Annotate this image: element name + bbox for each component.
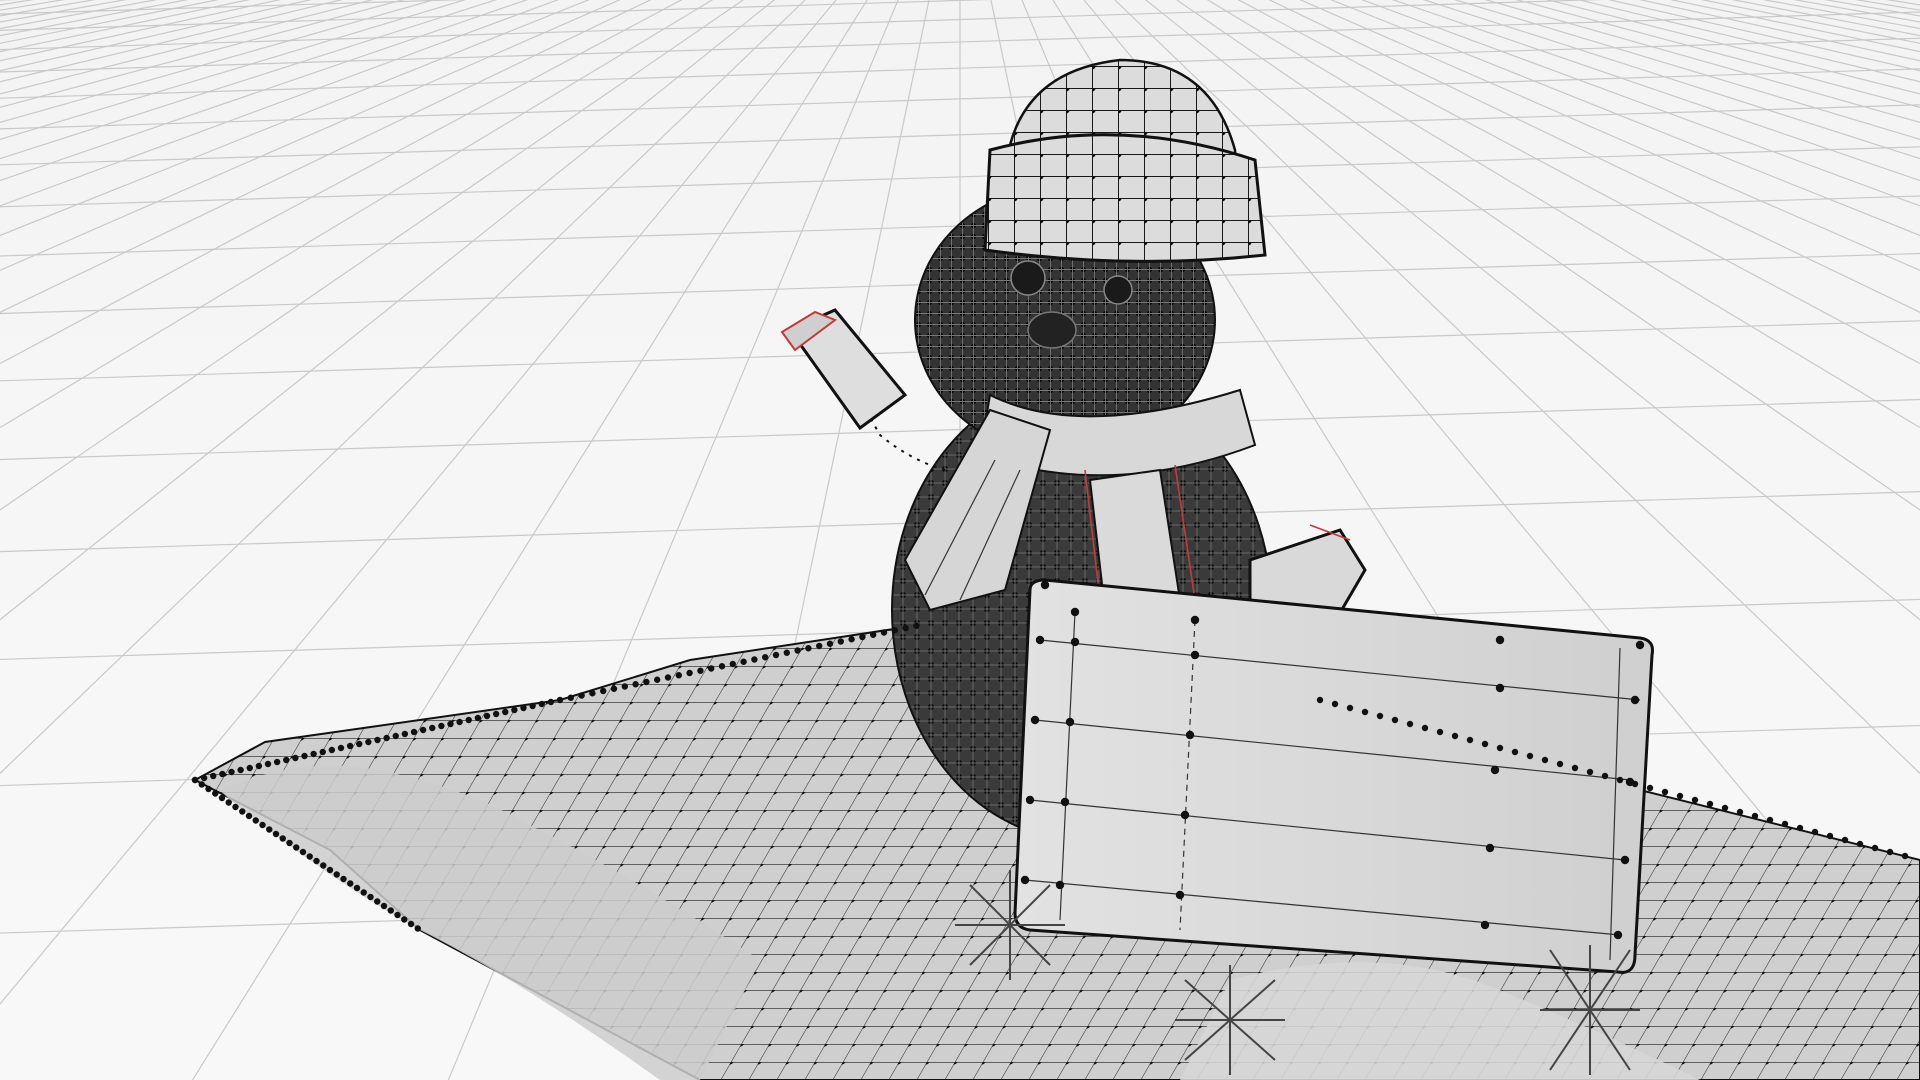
- viewport-canvas[interactable]: [0, 0, 1920, 1080]
- nose: [1027, 311, 1077, 349]
- 3d-viewport[interactable]: [0, 0, 1920, 1080]
- eye-right: [1103, 275, 1133, 305]
- eye-left: [1010, 260, 1046, 296]
- sign-board[interactable]: [1013, 578, 1654, 974]
